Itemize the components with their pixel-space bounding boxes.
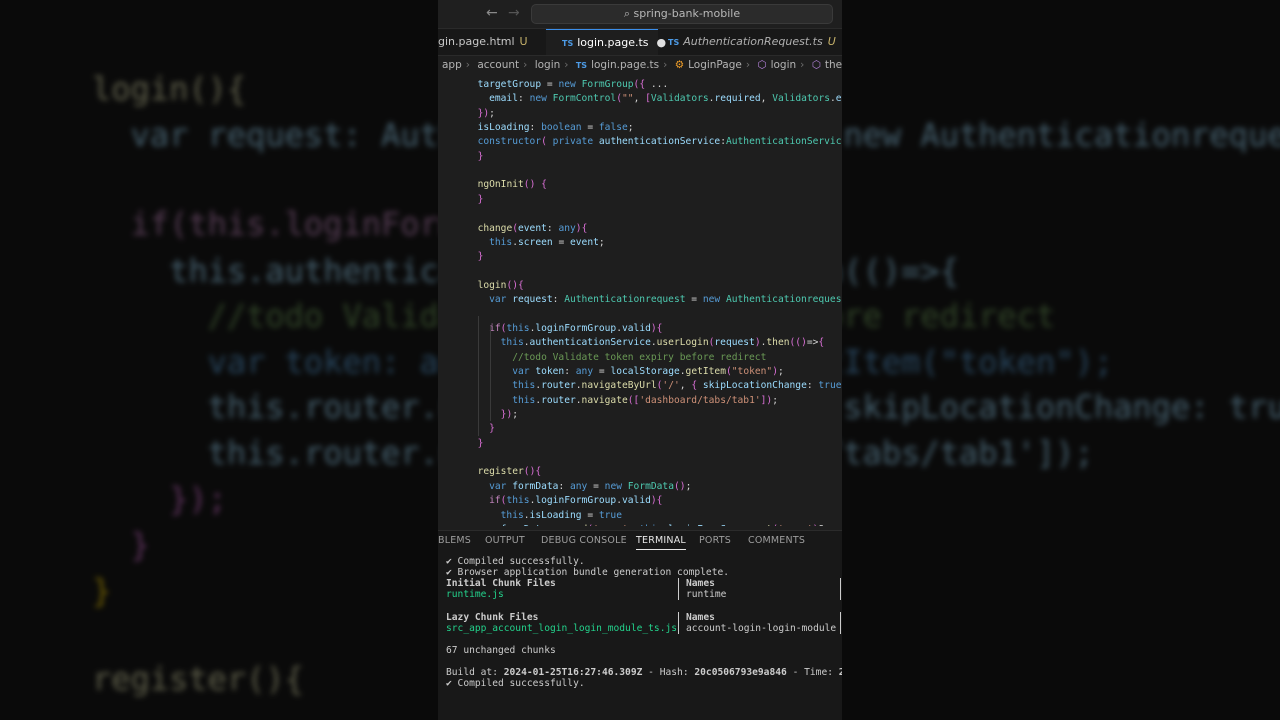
chevron-right-icon: › xyxy=(564,59,569,71)
code-line[interactable]: }); xyxy=(466,107,495,121)
typescript-icon: TS xyxy=(668,38,680,47)
chevron-right-icon: › xyxy=(663,59,668,71)
chevron-right-icon: › xyxy=(523,59,528,71)
tab-debug-console[interactable]: DEBUG CONSOLE xyxy=(541,535,627,546)
breadcrumb-item[interactable]: app xyxy=(442,59,462,71)
code-line[interactable]: this.isLoading = true xyxy=(466,509,622,523)
build-hash: 20c0506793e9a846 xyxy=(694,667,787,678)
build-label: Build at: xyxy=(446,667,504,678)
hash-label: - Hash: xyxy=(642,667,695,678)
class-icon: ⚙ xyxy=(674,59,685,71)
initial-chunk-header: Initial Chunk Files xyxy=(446,578,556,589)
title-bar: ← → ⌕ spring-bank-mobile xyxy=(438,0,842,29)
table-divider xyxy=(840,612,841,634)
code-line[interactable]: } xyxy=(466,250,484,264)
code-line[interactable]: this.authenticationService.userLogin(req… xyxy=(466,336,825,350)
code-line[interactable]: this.screen = event; xyxy=(466,236,605,250)
search-icon: ⌕ xyxy=(623,7,631,20)
code-line[interactable]: var formData: any = new FormData(); xyxy=(466,480,691,494)
code-line[interactable]: this.router.navigateByUrl('/', { skipLoc… xyxy=(466,379,842,393)
time-label: - Time: xyxy=(786,667,839,678)
names-header: Names xyxy=(686,612,715,623)
tab-terminal[interactable]: TERMINAL xyxy=(636,535,686,550)
tab-label: AuthenticationRequest.ts xyxy=(683,35,823,48)
untracked-badge: U xyxy=(519,35,528,48)
tab-output[interactable]: OUTPUT xyxy=(485,535,525,546)
code-line[interactable]: if(this.loginFormGroup.valid){ xyxy=(466,322,662,336)
tab-ports[interactable]: PORTS xyxy=(699,535,731,546)
code-line[interactable]: register(){ xyxy=(466,465,542,479)
breadcrumb-item[interactable]: account xyxy=(477,59,519,71)
names-header: Names xyxy=(686,578,715,589)
code-line[interactable]: //todo Validate token expiry before redi… xyxy=(466,351,766,365)
editor-window: ← → ⌕ spring-bank-mobile gin.page.html U … xyxy=(438,0,842,720)
terminal-line: ✔ Browser application bundle generation … xyxy=(446,567,730,578)
tab-label: gin.page.html xyxy=(438,35,515,48)
code-line[interactable]: formData.append('name', this.loginFormGr… xyxy=(466,523,842,526)
chevron-right-icon: › xyxy=(800,59,805,71)
code-line[interactable]: email: new FormControl("", [Validators.r… xyxy=(466,92,842,106)
tab-login-page-html[interactable]: gin.page.html U xyxy=(438,29,538,55)
code-editor[interactable]: targetGroup = new FormGroup({ ... email:… xyxy=(438,76,842,526)
code-line[interactable]: var request: Authenticationrequest = new… xyxy=(466,293,842,307)
tab-login-page-ts[interactable]: TS login.page.ts ● xyxy=(546,29,666,55)
breadcrumb: app › account › login › TS login.page.ts › ⚙ L… xyxy=(438,56,842,74)
terminal-line: ✔ Compiled successfully. xyxy=(446,678,585,689)
chunk-file: runtime.js xyxy=(446,589,504,600)
table-divider xyxy=(678,612,679,634)
chunk-file: src_app_account_login_login_module_ts.js xyxy=(446,623,678,634)
terminal-line: 67 unchanged chunks xyxy=(446,645,556,656)
tab-problems[interactable]: BLEMS xyxy=(438,535,471,546)
code-line[interactable]: isLoading: boolean = false; xyxy=(466,121,634,135)
command-center-search[interactable]: ⌕ spring-bank-mobile xyxy=(531,4,833,24)
code-line[interactable]: targetGroup = new FormGroup({ ... xyxy=(466,78,669,92)
code-line[interactable]: constructor( private authenticationServi… xyxy=(466,135,842,149)
breadcrumb-item[interactable]: login xyxy=(771,59,797,71)
code-line[interactable]: this.router.navigate(['dashboard/tabs/ta… xyxy=(466,394,778,408)
code-line[interactable]: if(this.loginFormGroup.valid){ xyxy=(466,494,662,508)
untracked-badge: U xyxy=(827,35,836,48)
terminal-line: ✔ Compiled successfully. xyxy=(446,556,585,567)
breadcrumb-item[interactable]: then() ca xyxy=(825,59,842,71)
code-line[interactable]: } xyxy=(466,422,495,436)
typescript-icon: TS xyxy=(562,39,574,48)
tab-comments[interactable]: COMMENTS xyxy=(748,535,805,546)
tab-authentication-request-ts[interactable]: TS AuthenticationRequest.ts U xyxy=(668,29,842,55)
code-line[interactable]: }); xyxy=(466,408,518,422)
tab-label: login.page.ts xyxy=(577,36,649,49)
breadcrumb-item[interactable]: login.page.ts xyxy=(591,59,659,71)
build-time: 225 xyxy=(838,667,842,678)
indent-guide xyxy=(478,316,479,436)
table-divider xyxy=(840,578,841,600)
method-icon: ⬡ xyxy=(811,59,821,71)
breadcrumb-item[interactable]: LoginPage xyxy=(688,59,742,71)
project-name: spring-bank-mobile xyxy=(633,7,741,20)
build-info: Build at: 2024-01-25T16:27:46.309Z - Has… xyxy=(446,667,842,678)
code-line[interactable]: ngOnInit() { xyxy=(466,178,547,192)
terminal-output[interactable]: ✔ Compiled successfully. ✔ Browser appli… xyxy=(438,553,842,720)
code-line[interactable]: } xyxy=(466,150,484,164)
code-line[interactable]: } xyxy=(466,193,484,207)
unsaved-dot-icon[interactable]: ● xyxy=(657,36,667,49)
forward-arrow-icon[interactable]: → xyxy=(508,5,520,21)
code-line[interactable]: } xyxy=(466,437,484,451)
code-line[interactable]: login(){ xyxy=(466,279,524,293)
breadcrumb-item[interactable]: login xyxy=(535,59,561,71)
chunk-name: account-login-login-module xyxy=(686,623,837,634)
back-arrow-icon[interactable]: ← xyxy=(486,5,498,21)
code-line[interactable]: change(event: any){ xyxy=(466,222,588,236)
lazy-chunk-header: Lazy Chunk Files xyxy=(446,612,539,623)
editor-tabs: gin.page.html U TS login.page.ts ● TS Authen… xyxy=(438,29,842,56)
chunk-name: runtime xyxy=(686,589,727,600)
typescript-icon: TS xyxy=(575,61,588,70)
build-date: 2024-01-25T16:27:46.309Z xyxy=(503,667,643,678)
table-divider xyxy=(678,578,679,600)
method-icon: ⬡ xyxy=(757,59,767,71)
chevron-right-icon: › xyxy=(465,59,470,71)
indent-guide xyxy=(490,326,491,421)
panel-tabs: BLEMS OUTPUT DEBUG CONSOLE TERMINAL PORT… xyxy=(438,530,842,553)
chevron-right-icon: › xyxy=(745,59,751,71)
code-line[interactable]: var token: any = localStorage.getItem("t… xyxy=(466,365,784,379)
